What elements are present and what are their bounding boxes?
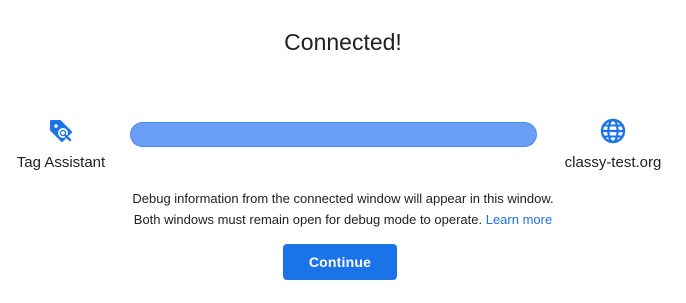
- tag-assistant-label: Tag Assistant: [16, 154, 106, 171]
- tag-assistant-icon: [46, 116, 76, 146]
- site-endpoint: classy-test.org: [550, 116, 676, 172]
- info-line-2: Both windows must remain open for debug …: [0, 209, 686, 230]
- info-line-2-text: Both windows must remain open for debug …: [133, 212, 486, 227]
- info-text: Debug information from the connected win…: [0, 188, 686, 230]
- info-line-1: Debug information from the connected win…: [132, 191, 554, 206]
- page-title: Connected!: [284, 29, 402, 55]
- continue-button[interactable]: Continue: [283, 244, 397, 280]
- globe-icon: [598, 116, 628, 146]
- connection-progress-fill: [130, 122, 537, 147]
- tag-assistant-endpoint: Tag Assistant: [0, 116, 122, 172]
- site-domain-label: classy-test.org: [564, 154, 662, 171]
- connection-progress-bar: [130, 122, 537, 147]
- learn-more-link[interactable]: Learn more: [486, 212, 552, 227]
- connection-dialog: Connected! Tag Assistant classy-test.org…: [0, 0, 686, 303]
